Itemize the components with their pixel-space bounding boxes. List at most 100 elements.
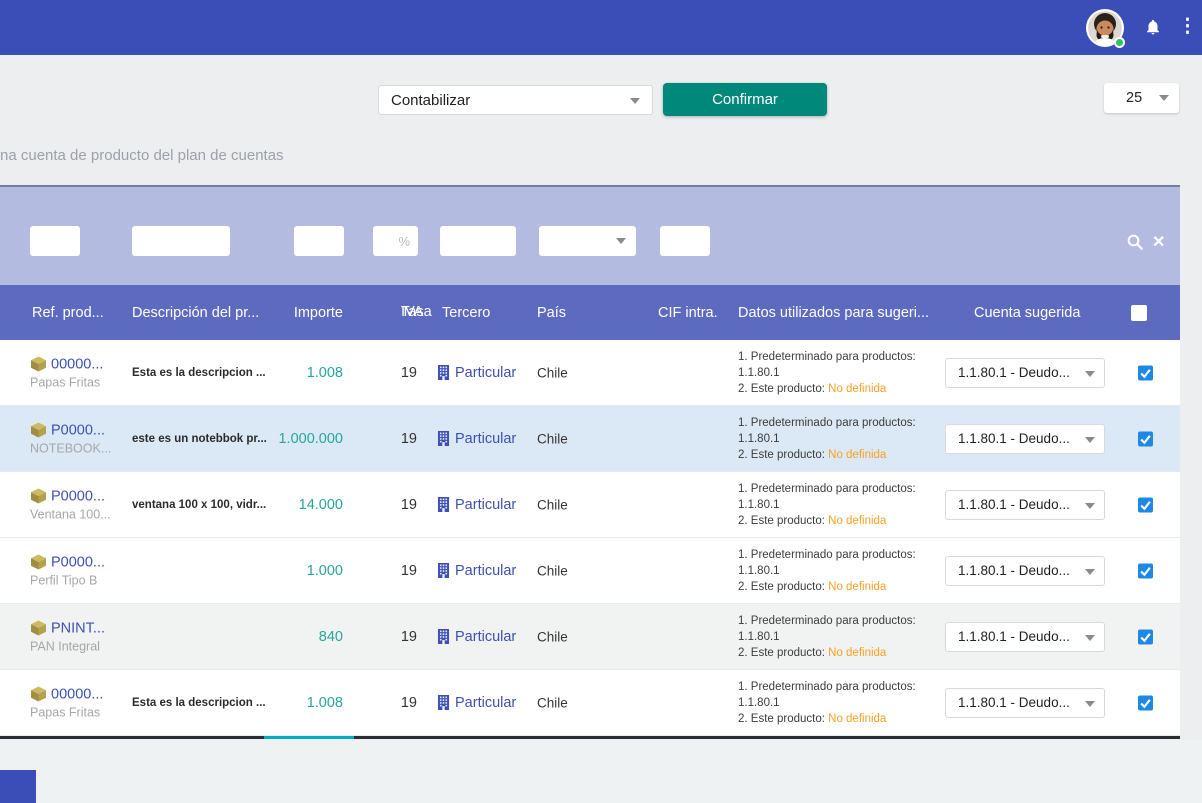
overflow-menu-icon[interactable]: ⋮: [1178, 14, 1196, 40]
check-icon: [1139, 366, 1152, 379]
table-row[interactable]: 00000... Papas Fritas Esta es la descrip…: [0, 340, 1180, 406]
bottom-strip: [0, 740, 1202, 803]
horizontal-scrollbar-thumb[interactable]: [264, 736, 354, 739]
header-cuenta-sugerida[interactable]: Cuenta sugerida: [974, 305, 1080, 321]
action-select-value: Contabilizar: [391, 92, 470, 109]
check-icon: [1139, 630, 1152, 643]
header-importe[interactable]: Importe: [270, 305, 343, 321]
datos-line-2: 1.1.80.1: [738, 563, 933, 579]
filter-pais-select[interactable]: [539, 226, 636, 256]
no-definida-value: No definida: [828, 383, 886, 395]
datos-line-1: 1. Predeterminado para productos:: [738, 481, 933, 497]
header-pais[interactable]: País: [537, 305, 566, 321]
tercero-link[interactable]: Particular: [455, 497, 516, 513]
product-ref-link[interactable]: P0000...: [51, 488, 105, 504]
product-ref-link[interactable]: P0000...: [51, 422, 105, 438]
header-cif-intra[interactable]: CIF intra.: [658, 305, 718, 321]
datos-line-3: 2. Este producto: No definida: [738, 381, 933, 397]
header-tercero[interactable]: Tercero: [442, 305, 490, 321]
package-icon: [30, 555, 47, 570]
datos-sugerencia-cell: 1. Predeterminado para productos: 1.1.80…: [738, 415, 933, 463]
tercero-cell: Particular: [437, 497, 516, 513]
row-checkbox[interactable]: [1138, 695, 1153, 710]
datos-line-2: 1.1.80.1: [738, 695, 933, 711]
datos-sugerencia-cell: 1. Predeterminado para productos: 1.1.80…: [738, 481, 933, 529]
action-select[interactable]: Contabilizar: [378, 85, 653, 115]
close-icon[interactable]: ✕: [1152, 232, 1165, 252]
notifications-bell-icon[interactable]: [1144, 17, 1162, 37]
package-icon: [30, 423, 47, 438]
description-cell: ventana 100 x 100, vidr...: [132, 499, 272, 511]
table-row[interactable]: PNINT... PAN Integral 840 19 Particular …: [0, 604, 1180, 670]
datos-line-2: 1.1.80.1: [738, 629, 933, 645]
row-checkbox[interactable]: [1138, 365, 1153, 380]
filter-tasa-input[interactable]: [373, 226, 418, 256]
product-ref-link[interactable]: 00000...: [51, 686, 103, 702]
no-definida-value: No definida: [828, 515, 886, 527]
avatar[interactable]: [1086, 9, 1124, 47]
product-name: NOTEBOOK...: [30, 441, 111, 455]
filter-importe-input[interactable]: [294, 226, 344, 256]
package-icon: [30, 489, 47, 504]
row-checkbox[interactable]: [1138, 431, 1153, 446]
tercero-link[interactable]: Particular: [455, 365, 516, 381]
building-icon: [437, 563, 450, 578]
pais-cell: Chile: [537, 695, 568, 710]
search-icon[interactable]: [1126, 233, 1144, 251]
tercero-link[interactable]: Particular: [455, 695, 516, 711]
check-icon: [1139, 564, 1152, 577]
table-row[interactable]: P0000... Ventana 100... ventana 100 x 10…: [0, 472, 1180, 538]
header-descripcion[interactable]: Descripción del pr...: [132, 305, 259, 321]
cuenta-sugerida-select[interactable]: 1.1.80.1 - Deudo...: [945, 556, 1105, 586]
confirm-button[interactable]: Confirmar: [663, 83, 827, 116]
chevron-down-icon: [1085, 437, 1095, 443]
datos-line-2: 1.1.80.1: [738, 365, 933, 381]
check-icon: [1139, 498, 1152, 511]
cuenta-sugerida-select[interactable]: 1.1.80.1 - Deudo...: [945, 688, 1105, 718]
table-row[interactable]: P0000... Perfil Tipo B 1.000 19 Particul…: [0, 538, 1180, 604]
chevron-down-icon: [616, 238, 626, 244]
tercero-link[interactable]: Particular: [455, 629, 516, 645]
table-header-row: Ref. prod... Descripción del pr... Impor…: [0, 285, 1180, 340]
chevron-down-icon: [1085, 503, 1095, 509]
package-icon: [30, 687, 47, 702]
row-checkbox[interactable]: [1138, 629, 1153, 644]
tasa-iva-cell: 19: [343, 695, 417, 711]
tasa-iva-cell: 19: [343, 365, 417, 381]
table-row[interactable]: P0000... NOTEBOOK... este es un notebbok…: [0, 406, 1180, 472]
product-ref-link[interactable]: P0000...: [51, 554, 105, 570]
header-datos-sugerencia[interactable]: Datos utilizados para sugeri...: [738, 305, 929, 321]
cuenta-sugerida-select[interactable]: 1.1.80.1 - Deudo...: [945, 622, 1105, 652]
package-icon: [30, 621, 47, 636]
table-row[interactable]: 00000... Papas Fritas Esta es la descrip…: [0, 670, 1180, 736]
tercero-link[interactable]: Particular: [455, 431, 516, 447]
datos-line-3: 2. Este producto: No definida: [738, 711, 933, 727]
cuenta-sugerida-select[interactable]: 1.1.80.1 - Deudo...: [945, 424, 1105, 454]
description-cell: este es un notebbok pr...: [132, 433, 272, 445]
filter-desc-input[interactable]: [132, 226, 230, 256]
datos-line-3: 2. Este producto: No definida: [738, 447, 933, 463]
header-ref[interactable]: Ref. prod...: [32, 305, 104, 321]
cuenta-sugerida-select[interactable]: 1.1.80.1 - Deudo...: [945, 490, 1105, 520]
product-ref-link[interactable]: 00000...: [51, 356, 103, 372]
filter-bar: ✕: [0, 185, 1180, 285]
row-checkbox[interactable]: [1138, 497, 1153, 512]
ref-cell: 00000... Papas Fritas: [30, 356, 103, 389]
header-tasa-iva[interactable]: TasaIVA: [371, 303, 431, 322]
datos-sugerencia-cell: 1. Predeterminado para productos: 1.1.80…: [738, 613, 933, 661]
row-checkbox[interactable]: [1138, 563, 1153, 578]
no-definida-value: No definida: [828, 713, 886, 725]
importe-cell: 1.008: [260, 695, 343, 711]
cuenta-sugerida-select[interactable]: 1.1.80.1 - Deudo...: [945, 358, 1105, 388]
select-all-checkbox[interactable]: [1131, 305, 1147, 321]
tercero-cell: Particular: [437, 431, 516, 447]
tercero-link[interactable]: Particular: [455, 563, 516, 579]
filter-ref-input[interactable]: [30, 226, 80, 256]
product-ref-link[interactable]: PNINT...: [51, 620, 105, 636]
page-size-select[interactable]: 25: [1104, 83, 1179, 113]
pais-cell: Chile: [537, 431, 568, 446]
datos-sugerencia-cell: 1. Predeterminado para productos: 1.1.80…: [738, 349, 933, 397]
filter-tercero-input[interactable]: [440, 226, 516, 256]
filter-cif-input[interactable]: [660, 226, 710, 256]
building-icon: [437, 365, 450, 380]
